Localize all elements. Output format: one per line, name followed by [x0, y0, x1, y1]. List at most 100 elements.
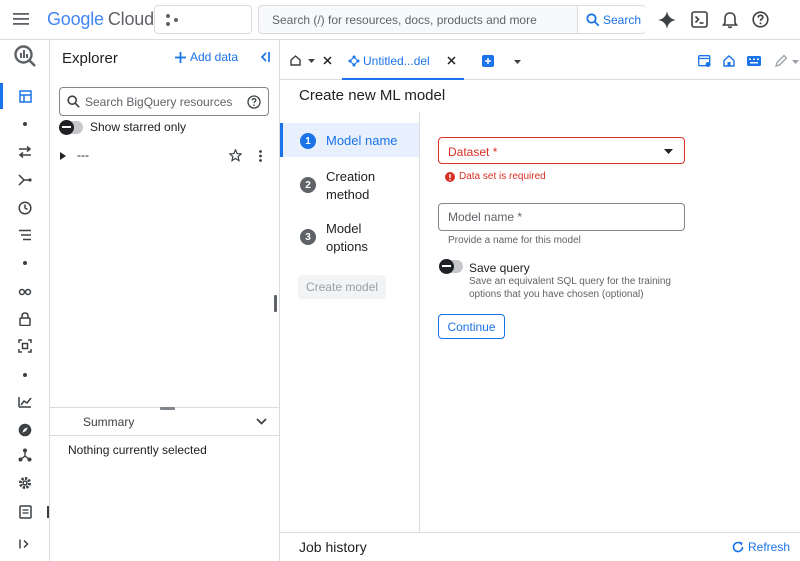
top-bar: Google Cloud Search	[0, 0, 800, 40]
summary-header[interactable]: Summary	[50, 408, 280, 436]
summary-panel: Summary Nothing currently selected	[50, 407, 280, 561]
dropdown-arrow-icon	[664, 149, 673, 154]
edit-dropdown-icon[interactable]	[792, 60, 799, 64]
step-creation-method[interactable]: 2 Creation method	[280, 167, 419, 207]
refresh-button[interactable]: Refresh	[732, 540, 790, 554]
monitoring-chart-icon[interactable]	[10, 389, 40, 415]
step-model-name[interactable]: 1 Model name	[280, 123, 419, 157]
show-starred-toggle[interactable]	[59, 119, 83, 135]
tree-item-label: ---	[77, 148, 89, 162]
pipelines-icon[interactable]	[10, 167, 40, 193]
step-label: method	[326, 187, 370, 202]
tab-untitled-model[interactable]: Untitled...del	[342, 49, 464, 80]
edit-pen-icon[interactable]	[774, 54, 788, 68]
left-nav-rail	[0, 40, 50, 561]
error-icon	[445, 171, 455, 182]
lock-icon[interactable]	[10, 306, 40, 332]
step-label: Model	[326, 221, 362, 236]
show-starred-row: Show starred only	[59, 119, 187, 135]
save-query-description: options that you have chosen (optional)	[469, 289, 644, 300]
bigquery-search-input[interactable]	[85, 88, 245, 115]
panel-resize-handle[interactable]	[274, 295, 277, 312]
step-label: Creation	[326, 169, 376, 184]
home-tab-icon[interactable]	[290, 55, 301, 66]
search-button-label: Search	[603, 12, 642, 27]
star-icon[interactable]	[229, 149, 242, 162]
home-tab-dropdown-icon[interactable]	[308, 59, 315, 63]
rail-marker	[47, 506, 49, 518]
connections-icon[interactable]	[10, 279, 40, 305]
ml-model-icon	[348, 55, 360, 67]
page-title: Create new ML model	[299, 87, 446, 104]
summary-empty-text: Nothing currently selected	[68, 443, 207, 457]
dataset-label: Dataset *	[448, 145, 498, 159]
content-divider	[419, 112, 420, 532]
scheduled-queries-icon[interactable]	[10, 195, 40, 221]
summary-title: Summary	[83, 415, 135, 429]
keyboard-shortcuts-icon[interactable]	[747, 56, 761, 66]
rail-separator-dot	[23, 122, 27, 126]
step-number: 2	[300, 177, 316, 193]
data-transfers-icon[interactable]	[10, 139, 40, 165]
model-name-field	[438, 203, 685, 231]
save-query-toggle[interactable]	[439, 259, 463, 274]
refresh-icon	[732, 541, 744, 553]
bigquery-logo-icon[interactable]	[13, 44, 37, 68]
add-data-button[interactable]: Add data	[175, 50, 238, 64]
help-icon[interactable]	[752, 11, 769, 28]
save-query-description: Save an equivalent SQL query for the tra…	[469, 276, 671, 287]
explorer-panel: Explorer Add data Show starred only ---	[50, 40, 280, 561]
cloud-shell-icon[interactable]	[691, 11, 708, 28]
project-picker[interactable]	[154, 5, 252, 34]
step-label: Model name	[326, 133, 398, 148]
close-home-tab-icon[interactable]	[323, 56, 332, 65]
capacity-icon[interactable]	[10, 333, 40, 359]
partner-center-icon[interactable]	[10, 442, 40, 468]
gemini-sparkle-icon[interactable]	[658, 11, 676, 29]
step-active-indicator	[280, 123, 283, 157]
dataset-error-text: Data set is required	[459, 171, 546, 182]
open-in-new-icon[interactable]	[698, 55, 711, 67]
notifications-bell-icon[interactable]	[722, 11, 738, 29]
show-starred-label: Show starred only	[90, 120, 187, 134]
more-vert-icon[interactable]	[259, 150, 262, 162]
chevron-down-icon[interactable]	[256, 418, 267, 425]
tree-row[interactable]: ---	[50, 144, 279, 168]
collapse-explorer-icon[interactable]	[258, 50, 272, 64]
settings-gear-icon[interactable]	[10, 470, 40, 496]
studio-icon[interactable]	[10, 83, 40, 109]
project-dots-icon	[165, 13, 179, 27]
rail-active-indicator	[0, 83, 3, 109]
home-icon[interactable]	[723, 55, 735, 67]
step-number: 3	[300, 229, 316, 245]
global-search-input[interactable]	[259, 6, 577, 33]
release-notes-icon[interactable]	[10, 499, 40, 525]
tab-overflow-dropdown-icon[interactable]	[514, 60, 521, 64]
tab-label: Untitled...del	[363, 54, 430, 68]
workflows-icon[interactable]	[10, 222, 40, 248]
close-tab-icon[interactable]	[447, 56, 456, 65]
step-number: 1	[300, 133, 316, 149]
dataset-select[interactable]: Dataset *	[438, 137, 685, 164]
model-name-input[interactable]	[439, 204, 684, 230]
search-icon	[67, 95, 80, 108]
search-icon	[586, 12, 600, 26]
expand-rail-icon[interactable]	[10, 531, 40, 557]
job-history-title: Job history	[299, 539, 367, 555]
search-button[interactable]: Search	[577, 6, 646, 33]
save-query-label: Save query	[469, 261, 530, 275]
search-help-icon[interactable]	[247, 95, 261, 109]
logo-cloud: Cloud	[107, 9, 154, 29]
rail-separator-dot	[23, 261, 27, 265]
google-cloud-logo[interactable]: Google Cloud	[47, 9, 154, 30]
step-model-options[interactable]: 3 Model options	[280, 219, 419, 259]
hamburger-menu-icon[interactable]	[13, 12, 29, 26]
new-tab-plus-icon[interactable]	[482, 55, 494, 67]
logo-google: Google	[47, 9, 104, 29]
create-model-button[interactable]: Create model	[298, 275, 386, 299]
explore-compass-icon[interactable]	[10, 417, 40, 443]
refresh-label: Refresh	[748, 540, 791, 554]
continue-button[interactable]: Continue	[438, 314, 505, 339]
expand-arrow-icon[interactable]	[60, 152, 66, 160]
explorer-title: Explorer	[62, 50, 118, 67]
